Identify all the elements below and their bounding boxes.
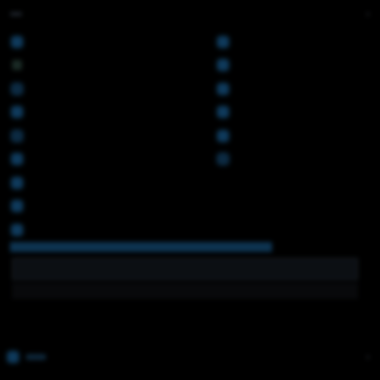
option-checkbox[interactable] [12,224,22,235]
option-row[interactable] [12,54,202,78]
option-row[interactable] [12,124,202,148]
option-checkbox[interactable] [12,201,22,212]
selected-row-highlight [10,242,272,252]
option-checkbox[interactable] [218,83,228,94]
option-checkbox[interactable] [12,60,22,71]
option-row[interactable] [218,101,368,125]
option-checkbox[interactable] [218,130,228,141]
option-checkbox[interactable] [218,154,228,165]
option-checkbox[interactable] [12,83,22,94]
settings-window: › › [0,0,380,380]
option-checkbox[interactable] [12,107,22,118]
option-row[interactable] [12,101,202,125]
expand-icon[interactable]: › [366,352,370,363]
helper-text [14,308,164,318]
option-row[interactable] [218,124,368,148]
option-row[interactable] [12,218,202,242]
option-checkbox[interactable] [12,130,22,141]
option-row[interactable] [12,30,202,54]
right-option-list [218,30,368,171]
next-section-title [26,354,46,360]
section-checkbox[interactable] [8,352,18,362]
next-section-header[interactable]: › [8,346,370,368]
option-row[interactable] [12,148,202,172]
option-checkbox[interactable] [218,36,228,47]
option-row[interactable] [12,77,202,101]
option-checkbox[interactable] [218,107,228,118]
option-checkbox[interactable] [12,177,22,188]
option-row[interactable] [218,30,368,54]
secondary-field[interactable] [12,283,358,299]
option-row[interactable] [218,148,368,172]
option-row[interactable] [12,195,202,219]
option-checkbox[interactable] [12,154,22,165]
section-header: › [10,4,370,24]
collapse-icon[interactable]: › [366,9,370,20]
option-row[interactable] [218,54,368,78]
value-field[interactable] [12,258,358,280]
option-checkbox[interactable] [218,60,228,71]
left-option-list [12,30,202,242]
section-title [10,12,22,16]
option-checkbox[interactable] [12,36,22,47]
option-row[interactable] [218,77,368,101]
option-row[interactable] [12,171,202,195]
